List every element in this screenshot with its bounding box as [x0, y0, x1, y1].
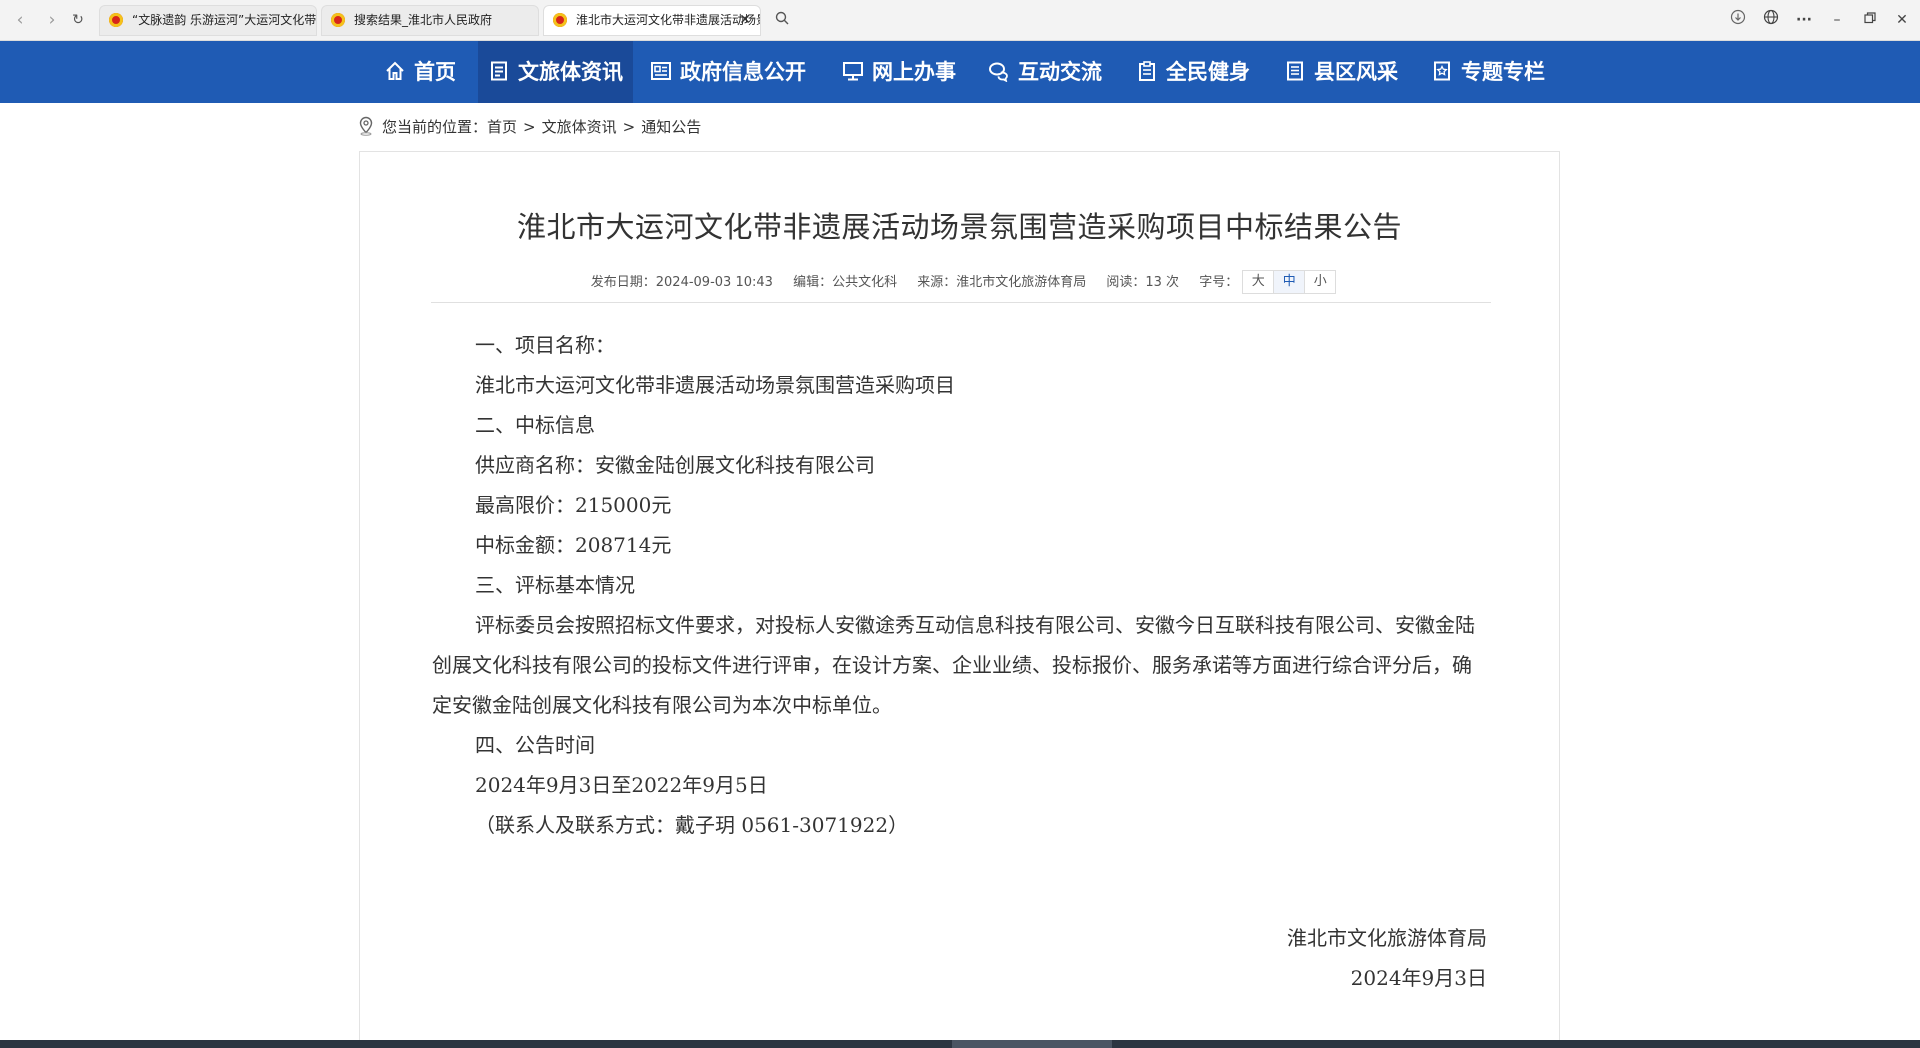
paragraph: 二、中标信息 — [475, 413, 595, 437]
newspaper-icon — [651, 62, 671, 80]
download-icon[interactable] — [1726, 9, 1750, 31]
article-title: 淮北市大运河文化带非遗展活动场景氛围营造采购项目中标结果公告 — [516, 210, 1402, 244]
nav-item-label: 互动交流 — [1018, 60, 1102, 84]
tab-3-active[interactable]: 淮北市大运河文化带非遗展活动场景 ✕ — [543, 5, 761, 36]
paragraph: 供应商名称：安徽金陆创展文化科技有限公司 — [475, 453, 875, 477]
paragraph: 最高限价：215000元 — [475, 493, 672, 517]
nav-item-county[interactable]: 县区风采 — [1284, 41, 1398, 103]
read-count: 阅读：13 次 — [1106, 274, 1180, 290]
breadcrumb-notice-link[interactable]: 通知公告 — [641, 118, 701, 136]
article-meta: 发布日期：2024-09-03 10:43 编辑：公共文化科 来源：淮北市文化旅… — [360, 270, 1559, 294]
taskbar-segment — [952, 1040, 1112, 1048]
font-size-label: 字号： — [1199, 274, 1239, 290]
paragraph: 评标委员会按照招标文件要求，对投标人安徽途秀互动信息科技有限公司、安徽今日互联科… — [432, 613, 1475, 717]
globe-icon[interactable] — [1759, 9, 1783, 31]
breadcrumb-prefix: 您当前的位置： — [382, 118, 488, 136]
back-icon[interactable]: ‹ — [9, 9, 31, 31]
browser-toolbar: ‹ › ↻ “文脉遗韵 乐游运河”大运河文化带 搜索结果_淮北市人民政府 淮北市… — [0, 0, 1920, 41]
breadcrumb-news-link[interactable]: 文旅体资讯 — [542, 118, 617, 136]
home-icon — [386, 61, 404, 80]
document-icon — [491, 61, 507, 81]
article-container: 淮北市大运河文化带非遗展活动场景氛围营造采购项目中标结果公告 发布日期：2024… — [359, 151, 1560, 1048]
tab-title: 搜索结果_淮北市人民政府 — [354, 13, 493, 27]
list-icon — [1287, 61, 1303, 81]
minimize-icon[interactable]: – — [1825, 9, 1849, 31]
nav-item-gov-info[interactable]: 政府信息公开 — [650, 41, 806, 103]
nav-item-home[interactable]: 首页 — [384, 41, 456, 103]
forward-icon[interactable]: › — [41, 9, 63, 31]
nav-item-label: 首页 — [414, 60, 456, 84]
signature-org: 淮北市文化旅游体育局 — [1287, 926, 1487, 950]
breadcrumb-separator: > — [523, 118, 536, 136]
emblem-icon — [553, 13, 567, 27]
font-size-medium[interactable]: 中 — [1273, 271, 1305, 293]
nav-item-label: 文旅体资讯 — [518, 60, 623, 84]
star-doc-icon — [1434, 61, 1450, 81]
nav-item-label: 专题专栏 — [1461, 60, 1545, 84]
paragraph: 中标金额：208714元 — [475, 533, 672, 557]
location-pin-icon — [359, 116, 373, 136]
source: 来源：淮北市文化旅游体育局 — [917, 274, 1087, 290]
editor: 编辑：公共文化科 — [793, 274, 898, 290]
tab-1[interactable]: “文脉遗韵 乐游运河”大运河文化带 — [99, 5, 317, 36]
nav-item-online-service[interactable]: 网上办事 — [842, 41, 956, 103]
clipboard-icon — [1139, 61, 1155, 81]
restore-icon[interactable] — [1858, 9, 1882, 31]
close-icon[interactable]: ✕ — [739, 6, 751, 35]
font-size-switcher: 大中小 — [1242, 270, 1337, 294]
signature-date: 2024年9月3日 — [1350, 966, 1487, 990]
paragraph: 四、公告时间 — [475, 733, 595, 757]
publish-date: 发布日期：2024-09-03 10:43 — [590, 274, 773, 290]
paragraph: 三、评标基本情况 — [475, 573, 635, 597]
chat-icon — [989, 62, 1008, 82]
tab-title: “文脉遗韵 乐游运河”大运河文化带 — [132, 13, 316, 27]
paragraph: 淮北市大运河文化带非遗展活动场景氛围营造采购项目 — [475, 373, 955, 397]
title-divider — [431, 302, 1491, 303]
nav-item-special[interactable]: 专题专栏 — [1431, 41, 1545, 103]
paragraph: 一、项目名称： — [475, 333, 615, 357]
breadcrumb-separator: > — [622, 118, 636, 136]
breadcrumb-home-link[interactable]: 首页 — [487, 118, 517, 136]
nav-item-news[interactable]: 文旅体资讯 — [478, 41, 633, 103]
window-close-icon[interactable]: ✕ — [1890, 9, 1914, 31]
paragraph: 2024年9月3日至2022年9月5日 — [475, 773, 768, 797]
nav-item-label: 县区风采 — [1314, 60, 1398, 84]
emblem-icon — [331, 13, 345, 27]
taskbar — [0, 1040, 1920, 1048]
tab-title: 淮北市大运河文化带非遗展活动场景 — [576, 13, 760, 27]
tab-2[interactable]: 搜索结果_淮北市人民政府 — [321, 5, 539, 36]
emblem-icon — [109, 13, 123, 27]
nav-item-label: 网上办事 — [872, 60, 956, 84]
breadcrumb: 您当前的位置：首页 > 文旅体资讯 > 通知公告 — [358, 115, 701, 139]
font-size-small[interactable]: 小 — [1304, 271, 1335, 293]
monitor-icon — [843, 62, 863, 81]
more-icon[interactable]: ··· — [1792, 9, 1816, 31]
nav-item-label: 全民健身 — [1166, 60, 1250, 84]
main-navigation: 首页 文旅体资讯 政府信息公开 网上办事 互动交流 全民健身 县区风采 专题专栏 — [0, 41, 1920, 103]
nav-item-interaction[interactable]: 互动交流 — [988, 41, 1102, 103]
font-size-large[interactable]: 大 — [1243, 271, 1273, 293]
search-icon[interactable] — [769, 8, 795, 34]
nav-item-label: 政府信息公开 — [680, 60, 806, 84]
paragraph: （联系人及联系方式：戴子玥 0561-3071922） — [475, 813, 909, 837]
article-body: 一、项目名称： 淮北市大运河文化带非遗展活动场景氛围营造采购项目 二、中标信息 … — [432, 325, 1490, 845]
refresh-icon[interactable]: ↻ — [67, 9, 89, 31]
nav-item-fitness[interactable]: 全民健身 — [1136, 41, 1250, 103]
